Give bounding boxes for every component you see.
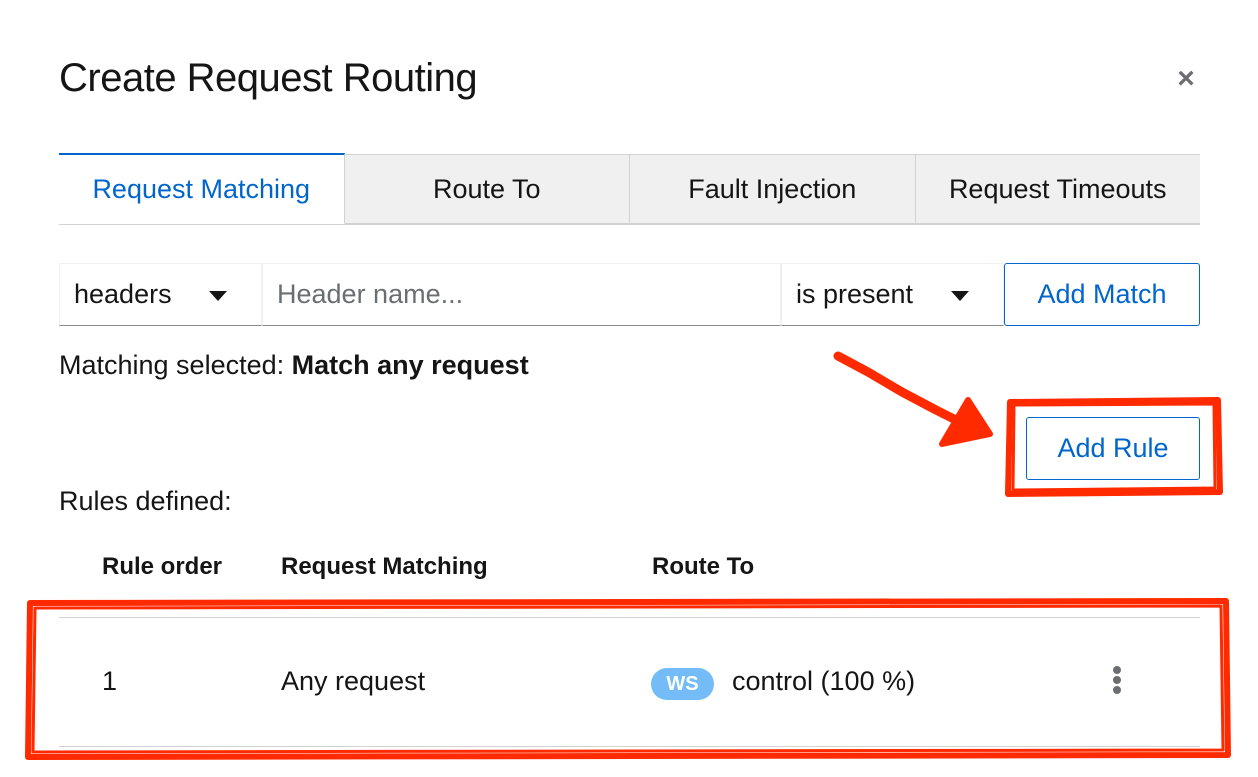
tab-request-timeouts[interactable]: Request Timeouts xyxy=(915,154,1200,224)
create-request-routing-modal: Create Request Routing × Request Matchin… xyxy=(0,0,1258,777)
ws-badge: WS xyxy=(651,668,714,700)
column-header-rule-order: Rule order xyxy=(102,553,223,580)
matching-selected-text: Matching selected: Match any request xyxy=(59,350,529,381)
route-to-cell: control (100 %) xyxy=(732,666,916,696)
close-icon[interactable]: × xyxy=(1172,62,1200,96)
match-operator-select[interactable]: is present xyxy=(781,263,1004,326)
request-matching-cell: Any request xyxy=(281,666,426,696)
rule-order-cell: 1 xyxy=(102,666,118,696)
matching-selected-prefix: Matching selected: xyxy=(59,350,292,380)
tab-route-to[interactable]: Route To xyxy=(344,154,630,224)
match-form: headers is present Add Match xyxy=(59,263,1200,326)
tab-fault-injection[interactable]: Fault Injection xyxy=(630,154,916,224)
add-rule-button[interactable]: Add Rule xyxy=(1026,417,1200,480)
column-header-route-to: Route To xyxy=(652,553,755,580)
tab-bar: Request Matching Route To Fault Injectio… xyxy=(59,153,1200,225)
match-kind-select[interactable]: headers xyxy=(59,263,262,326)
annotation-arrow xyxy=(833,351,967,428)
kebab-icon[interactable] xyxy=(1104,665,1130,695)
caret-down-icon xyxy=(951,291,969,301)
row-divider xyxy=(59,746,1200,747)
caret-down-icon xyxy=(209,291,227,301)
rules-defined-label: Rules defined: xyxy=(59,486,232,516)
add-match-button[interactable]: Add Match xyxy=(1004,263,1200,326)
annotation-box-rule-row xyxy=(25,598,1231,760)
table-divider xyxy=(59,617,1200,618)
column-header-request-matching: Request Matching xyxy=(281,553,488,580)
match-operator-value: is present xyxy=(796,279,914,309)
match-kind-value: headers xyxy=(74,279,172,309)
header-name-input[interactable] xyxy=(262,263,781,326)
tab-request-matching[interactable]: Request Matching xyxy=(59,153,345,224)
red-annotation-overlay xyxy=(25,351,1231,760)
matching-selected-value: Match any request xyxy=(291,350,529,380)
modal-title: Create Request Routing xyxy=(59,56,478,100)
